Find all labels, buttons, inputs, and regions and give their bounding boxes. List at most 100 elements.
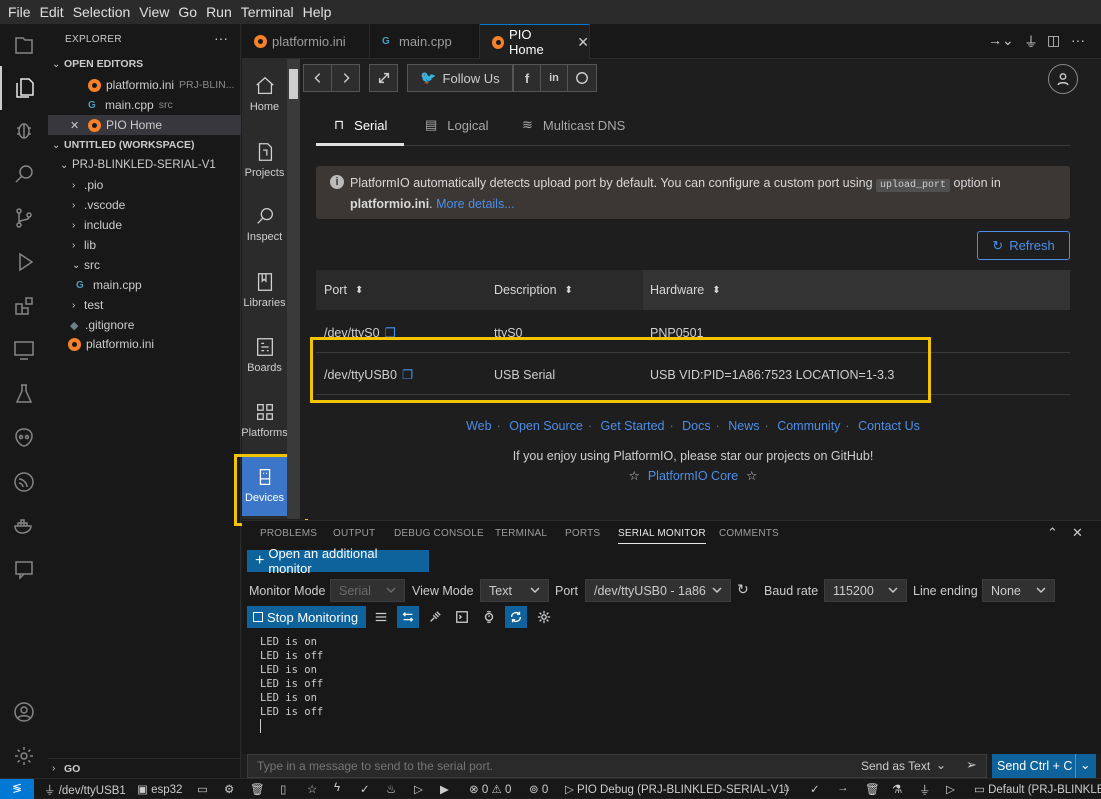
menu-run[interactable]: Run <box>202 4 236 20</box>
tree-item-include[interactable]: › include <box>48 215 241 235</box>
link-open-source[interactable]: Open Source <box>509 419 583 433</box>
check-icon[interactable]: ✓ <box>360 782 370 796</box>
chevron-up-icon[interactable]: ⌃ <box>1047 525 1058 541</box>
search-icon[interactable] <box>0 152 48 196</box>
tree-item-src[interactable]: ⌄ src <box>48 255 241 275</box>
tab-output[interactable]: OUTPUT <box>333 528 375 539</box>
menu-view[interactable]: View <box>135 4 173 20</box>
send-ctrl-c-button[interactable]: Send Ctrl + C ⌄ <box>992 754 1096 778</box>
settings-gear-icon[interactable] <box>0 734 48 778</box>
timestamp-button[interactable] <box>478 606 500 628</box>
home-icon[interactable]: ⌂ <box>783 782 790 794</box>
open-editors-section[interactable]: ⌄ OPEN EDITORS <box>48 54 241 74</box>
toggle-autoscroll-button[interactable] <box>397 606 419 628</box>
open-editor-platformio-ini[interactable]: platformio.ini PRJ-BLIN... <box>48 75 241 95</box>
tab-serial-monitor[interactable]: SERIAL MONITOR <box>618 528 706 544</box>
menu-go[interactable]: Go <box>174 4 201 20</box>
star-icon[interactable]: ☆ <box>307 782 317 796</box>
tab-ports[interactable]: PORTS <box>565 528 600 539</box>
facebook-button[interactable]: f <box>513 64 541 92</box>
tree-item-pio[interactable]: › .pio <box>48 175 241 195</box>
terminal-icon[interactable]: ▷ <box>414 782 423 796</box>
forward-button[interactable] <box>331 64 360 92</box>
menu-file[interactable]: File <box>4 4 35 20</box>
comments-icon[interactable] <box>0 548 48 592</box>
split-editor-icon[interactable]: ◫ <box>1047 32 1060 49</box>
folder-icon[interactable]: ▭ <box>197 782 208 796</box>
trash-icon[interactable]: 🗑 <box>250 782 265 796</box>
source-control-icon[interactable] <box>0 196 48 240</box>
send-icon[interactable]: ➢ <box>966 757 977 773</box>
platformio-core-link[interactable]: ☆ PlatformIO Core ☆ <box>300 468 1086 483</box>
account-avatar[interactable] <box>1048 64 1078 94</box>
column-hardware[interactable]: Hardware ⬍ <box>650 270 721 310</box>
test-icon[interactable]: ⚗ <box>892 782 902 796</box>
stop-monitoring-button[interactable]: Stop Monitoring <box>247 606 366 628</box>
link-community[interactable]: Community <box>777 419 840 433</box>
link-contact-us[interactable]: Contact Us <box>858 419 920 433</box>
more-actions-icon[interactable]: ··· <box>214 30 228 46</box>
menu-selection[interactable]: Selection <box>69 4 135 20</box>
link-get-started[interactable]: Get Started <box>601 419 665 433</box>
project-folder[interactable]: ⌄ PRJ-BLINKLED-SERIAL-V1 <box>48 155 241 175</box>
more-actions-icon[interactable]: ··· <box>1071 32 1085 48</box>
expand-button[interactable] <box>369 64 398 92</box>
tab-logical[interactable]: ▤ Logical <box>425 117 489 133</box>
status-env[interactable]: ▭ Default (PRJ-BLINKLED-SERI <box>974 782 1101 796</box>
link-docs[interactable]: Docs <box>682 419 710 433</box>
status-debug[interactable]: ▷ PIO Debug (PRJ-BLINKLED-SERIAL-V1) <box>565 782 789 796</box>
tree-item-vscode[interactable]: › .vscode <box>48 195 241 215</box>
refresh-button[interactable]: ↻ Refresh <box>977 231 1070 260</box>
extensions-icon[interactable] <box>0 284 48 328</box>
pio-nav-projects[interactable]: Projects <box>242 129 287 191</box>
go-section[interactable]: › GO <box>48 758 241 778</box>
close-panel-icon[interactable]: ✕ <box>1072 525 1083 541</box>
scroll-thumb[interactable] <box>289 69 298 99</box>
espressif-icon[interactable] <box>0 460 48 504</box>
close-icon[interactable]: ✕ <box>577 34 589 51</box>
baud-rate-select[interactable]: 115200 <box>824 579 907 602</box>
follow-us-button[interactable]: 🐦 Follow Us <box>407 64 513 92</box>
open-monitor-button[interactable]: + Open an additional monitor <box>247 546 429 576</box>
linkedin-button[interactable]: in <box>540 64 568 92</box>
menu-edit[interactable]: Edit <box>36 4 68 20</box>
open-editor-main-cpp[interactable]: Gmain.cpp src <box>48 95 241 115</box>
refresh-ports-icon[interactable]: ↻ <box>737 581 749 598</box>
plug-icon[interactable]: ⏚ <box>919 782 931 798</box>
tab-platformio-ini[interactable]: platformio.ini <box>242 24 370 59</box>
tab-comments[interactable]: COMMENTS <box>719 528 779 539</box>
pio-nav-home[interactable]: Home <box>242 63 287 125</box>
close-icon[interactable]: ✕ <box>70 119 88 132</box>
tree-item-lib[interactable]: › lib <box>48 235 241 255</box>
link-news[interactable]: News <box>728 419 759 433</box>
pio-nav-libraries[interactable]: Libraries <box>242 259 287 321</box>
monitor-mode-select[interactable]: Serial <box>330 579 405 602</box>
arrow-icon[interactable]: → <box>837 782 849 794</box>
gear-icon[interactable]: ⚙ <box>224 782 234 796</box>
open-editor-pio-home[interactable]: ✕ PIO Home <box>48 115 241 135</box>
chevron-down-icon[interactable]: ⌄ <box>936 758 946 772</box>
toggle-word-wrap-button[interactable] <box>370 606 392 628</box>
terminal-icon[interactable]: ▶ <box>440 782 449 796</box>
testing-icon[interactable] <box>0 372 48 416</box>
menu-help[interactable]: Help <box>299 4 336 20</box>
docker-icon[interactable] <box>0 504 48 548</box>
link-web[interactable]: Web <box>466 419 491 433</box>
explorer-icon[interactable] <box>0 24 48 68</box>
tab-pio-home[interactable]: PIO Home ✕ <box>480 24 590 59</box>
files-icon[interactable] <box>0 66 48 110</box>
tree-item-test[interactable]: › test <box>48 295 241 315</box>
tree-item-platformio-ini[interactable]: platformio.ini <box>48 334 241 354</box>
database-icon[interactable]: ▯ <box>280 782 286 796</box>
view-mode-select[interactable]: Text <box>480 579 549 602</box>
pio-nav-boards[interactable]: Boards <box>242 324 287 386</box>
tab-problems[interactable]: PROBLEMS <box>260 528 317 539</box>
remote-explorer-icon[interactable] <box>0 328 48 372</box>
chevron-down-icon[interactable]: ⌄ <box>1075 754 1090 778</box>
tree-item-main-cpp[interactable]: Gmain.cpp <box>48 275 241 295</box>
back-button[interactable] <box>303 64 332 92</box>
check-icon[interactable]: ✓ <box>810 782 820 796</box>
run-debug-icon[interactable] <box>0 240 48 284</box>
status-ports[interactable]: ⊚ 0 <box>529 782 548 796</box>
plug-icon[interactable]: ⏚ <box>1024 32 1038 52</box>
